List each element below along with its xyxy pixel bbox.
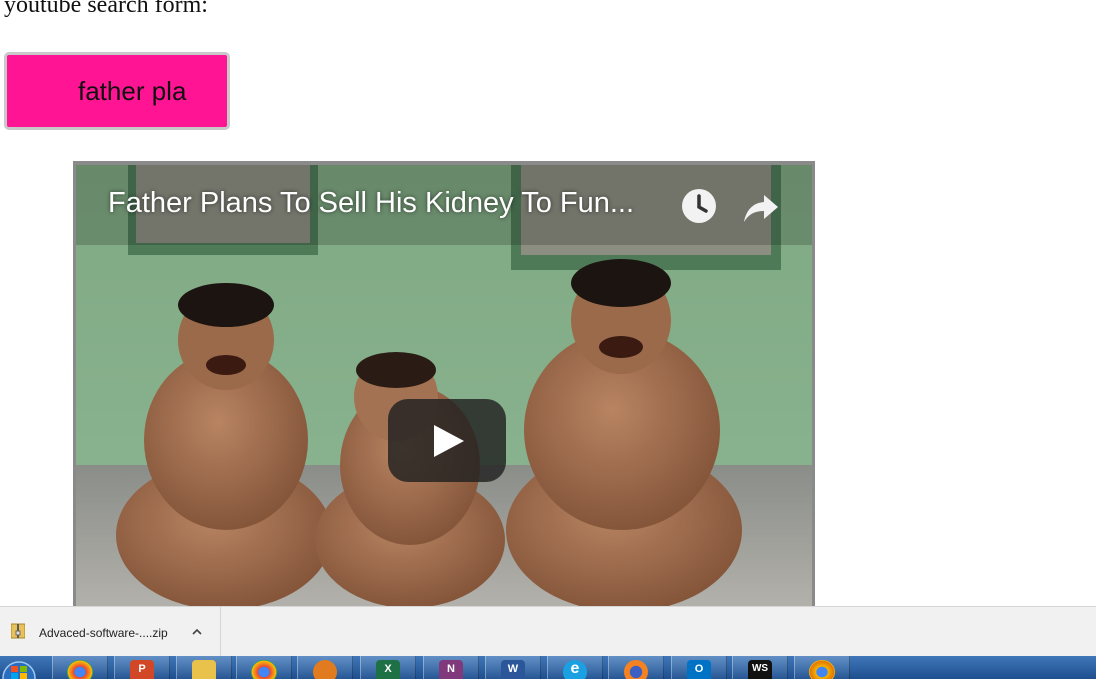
taskbar-onenote[interactable]: N bbox=[423, 656, 479, 679]
onenote-icon: N bbox=[439, 660, 463, 679]
thumbnail-image bbox=[76, 165, 812, 611]
taskbar-outlook[interactable]: O bbox=[671, 656, 727, 679]
play-icon bbox=[434, 425, 464, 457]
download-file-name: Advaced-software-....zip bbox=[39, 626, 168, 640]
taskbar-chrome-canary[interactable] bbox=[794, 656, 850, 679]
firefox-icon bbox=[624, 660, 648, 679]
taskbar-firefox[interactable] bbox=[608, 656, 664, 679]
taskbar-chrome[interactable] bbox=[52, 656, 108, 679]
taskbar-media-player[interactable] bbox=[297, 656, 353, 679]
download-bar: Advaced-software-....zip bbox=[0, 606, 1096, 657]
outlook-icon: O bbox=[687, 660, 711, 679]
taskbar-excel[interactable]: X bbox=[360, 656, 416, 679]
powerpoint-icon: P bbox=[130, 660, 154, 679]
internet-explorer-icon: e bbox=[563, 660, 587, 679]
chevron-up-icon[interactable] bbox=[190, 625, 204, 639]
webstorm-icon: WS bbox=[748, 660, 772, 679]
chrome-icon bbox=[67, 660, 93, 679]
video-title[interactable]: Father Plans To Sell His Kidney To Fun..… bbox=[108, 187, 634, 220]
file-explorer-icon bbox=[192, 660, 216, 679]
page-heading: youtube search form: bbox=[4, 0, 208, 18]
share-icon[interactable] bbox=[742, 189, 780, 227]
start-button[interactable] bbox=[0, 656, 40, 679]
zip-file-icon bbox=[11, 623, 25, 639]
taskbar-webstorm[interactable]: WS bbox=[732, 656, 788, 679]
media-player-icon bbox=[313, 660, 337, 679]
search-input[interactable] bbox=[4, 52, 230, 130]
excel-icon: X bbox=[376, 660, 400, 679]
youtube-player[interactable]: Father Plans To Sell His Kidney To Fun..… bbox=[73, 161, 815, 611]
windows-logo-icon bbox=[2, 661, 36, 679]
taskbar-internet-explorer[interactable]: e bbox=[547, 656, 603, 679]
play-button[interactable] bbox=[388, 399, 506, 482]
video-thumbnail[interactable]: Father Plans To Sell His Kidney To Fun..… bbox=[76, 165, 812, 611]
chrome-canary-icon bbox=[809, 660, 835, 679]
download-item[interactable]: Advaced-software-....zip bbox=[0, 607, 221, 657]
taskbar-chrome-2[interactable] bbox=[236, 656, 292, 679]
word-icon: W bbox=[501, 660, 525, 679]
taskbar-word[interactable]: W bbox=[485, 656, 541, 679]
taskbar-file-explorer[interactable] bbox=[176, 656, 232, 679]
taskbar-powerpoint[interactable]: P bbox=[114, 656, 170, 679]
chrome-icon bbox=[251, 660, 277, 679]
watch-later-icon[interactable] bbox=[680, 187, 718, 225]
windows-taskbar: P X N W e O WS bbox=[0, 656, 1096, 679]
